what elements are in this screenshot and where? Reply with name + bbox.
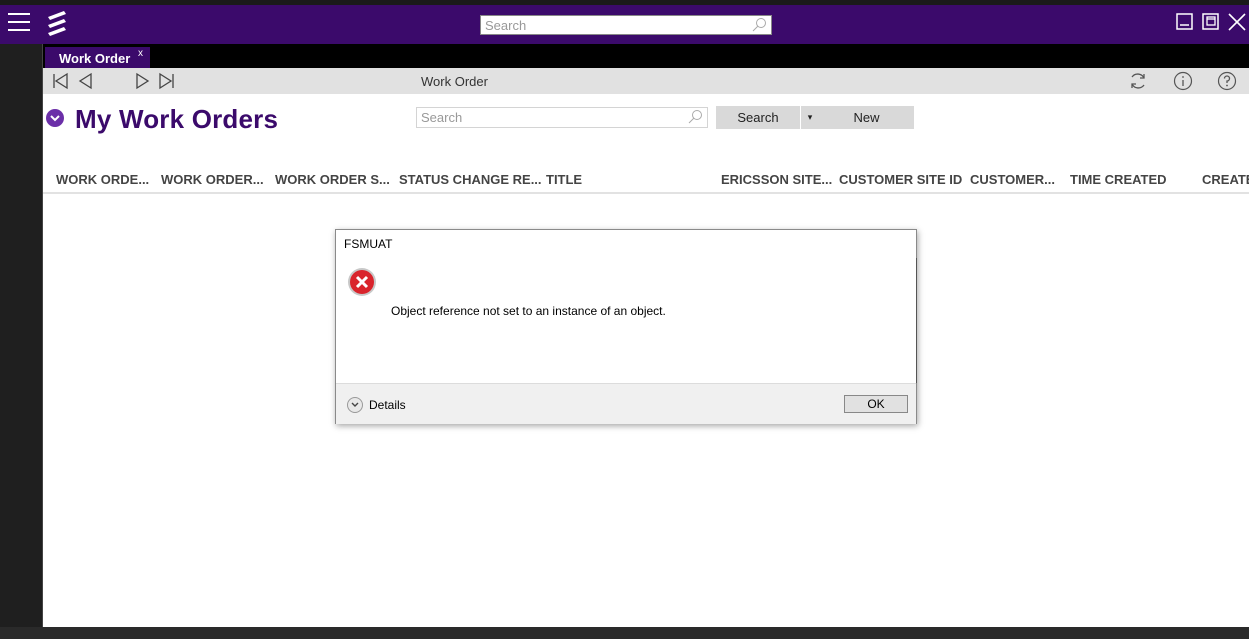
top-border xyxy=(0,0,1249,5)
refresh-icon[interactable] xyxy=(1128,71,1148,91)
search-icon[interactable] xyxy=(687,109,703,125)
error-icon xyxy=(348,268,376,296)
search-icon[interactable] xyxy=(751,17,767,33)
column-header[interactable]: WORK ORDER S... xyxy=(275,172,390,187)
dialog-footer: Details OK xyxy=(336,383,916,424)
ok-button[interactable]: OK xyxy=(844,395,908,413)
column-header[interactable]: CREATED xyxy=(1202,172,1249,187)
column-header[interactable]: ERICSSON SITE... xyxy=(721,172,832,187)
column-header[interactable]: CUSTOMER... xyxy=(970,172,1055,187)
table-header: WORK ORDE... WORK ORDER... WORK ORDER S.… xyxy=(43,172,1249,194)
expand-chevron-icon[interactable] xyxy=(347,397,363,413)
tab-label: Work Order xyxy=(59,51,131,66)
new-button[interactable]: New xyxy=(819,106,914,129)
ericsson-logo-icon xyxy=(48,11,66,36)
previous-record-icon[interactable] xyxy=(77,72,95,90)
collapse-chevron-icon[interactable] xyxy=(46,109,64,127)
column-header[interactable]: WORK ORDER... xyxy=(161,172,264,187)
column-header[interactable]: WORK ORDE... xyxy=(56,172,149,187)
global-search-input[interactable] xyxy=(481,16,749,34)
dialog-title: FSMUAT xyxy=(344,237,393,251)
error-message: Object reference not set to an instance … xyxy=(391,304,666,318)
search-button[interactable]: Search xyxy=(716,106,800,129)
column-header[interactable]: STATUS CHANGE RE... xyxy=(399,172,542,187)
column-header[interactable]: CUSTOMER SITE ID xyxy=(839,172,962,187)
details-toggle[interactable]: Details xyxy=(347,397,406,413)
record-navigation-bar: Work Order xyxy=(43,68,1249,94)
search-dropdown-button[interactable]: ▾ xyxy=(800,106,819,129)
last-record-icon[interactable] xyxy=(157,72,175,90)
tab-strip: Work Order x xyxy=(43,44,1249,68)
dialog-border xyxy=(916,258,917,383)
minimize-icon[interactable] xyxy=(1175,12,1195,32)
page-title: My Work Orders xyxy=(75,104,279,134)
error-dialog: FSMUAT Object reference not set to an in… xyxy=(335,229,917,424)
help-icon[interactable] xyxy=(1217,71,1237,91)
page-header: My Work Orders Search ▾ New xyxy=(43,94,1249,134)
next-record-icon[interactable] xyxy=(133,72,151,90)
bottom-strip xyxy=(0,627,1249,639)
restore-icon[interactable] xyxy=(1201,12,1221,32)
list-search-input[interactable] xyxy=(417,108,685,127)
breadcrumb: Work Order xyxy=(421,74,488,89)
tab-close-icon[interactable]: x xyxy=(138,48,143,59)
column-header[interactable]: TITLE xyxy=(546,172,582,187)
details-label: Details xyxy=(369,398,406,412)
app-header xyxy=(0,0,1249,44)
column-header[interactable]: TIME CREATED xyxy=(1070,172,1167,187)
list-search[interactable] xyxy=(416,107,708,128)
hamburger-menu-icon[interactable] xyxy=(8,13,30,31)
tab-work-order[interactable]: Work Order x xyxy=(45,47,150,68)
global-search[interactable] xyxy=(480,15,772,35)
left-rail xyxy=(0,44,43,627)
close-icon[interactable] xyxy=(1227,12,1247,32)
info-icon[interactable] xyxy=(1173,71,1193,91)
window-controls xyxy=(1175,12,1247,32)
first-record-icon[interactable] xyxy=(52,72,70,90)
